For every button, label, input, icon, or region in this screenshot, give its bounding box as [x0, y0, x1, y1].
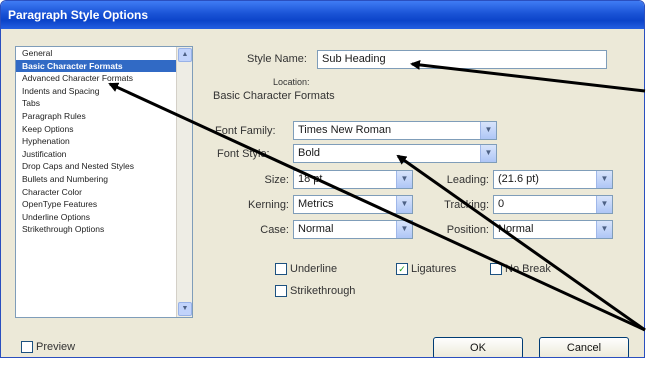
leading-label: Leading:: [446, 174, 489, 186]
position-value: Normal: [498, 223, 534, 235]
window-title: Paragraph Style Options: [8, 8, 149, 22]
underline-checkbox[interactable]: Underline: [275, 263, 337, 275]
sidebar-item[interactable]: Advanced Character Formats: [16, 72, 177, 85]
chevron-down-icon[interactable]: ▼: [480, 122, 496, 139]
sidebar-item[interactable]: Justification: [16, 148, 177, 161]
kerning-value: Metrics: [298, 198, 334, 210]
kerning-combo[interactable]: Metrics ▼: [293, 195, 413, 214]
no-break-checkbox[interactable]: No Break: [490, 263, 551, 275]
leading-combo[interactable]: (21.6 pt) ▼: [493, 170, 613, 189]
sidebar-item[interactable]: OpenType Features: [16, 198, 177, 211]
paragraph-style-options-dialog: Paragraph Style Options General Basic Cha…: [0, 0, 645, 358]
chevron-down-icon[interactable]: ▼: [480, 145, 496, 162]
category-list-scrollbar[interactable]: ▲ ▼: [176, 47, 192, 317]
style-name-input[interactable]: Sub Heading: [317, 50, 607, 69]
location-label: Location:: [273, 77, 310, 87]
strikethrough-label: Strikethrough: [290, 285, 356, 297]
preview-label: Preview: [36, 341, 76, 353]
preview-checkbox[interactable]: Preview: [21, 341, 75, 353]
scroll-down-arrow-icon[interactable]: ▼: [178, 302, 192, 316]
font-style-label: Font Style:: [217, 148, 270, 160]
ok-button[interactable]: OK: [433, 337, 523, 357]
chevron-down-icon[interactable]: ▼: [596, 171, 612, 188]
sidebar-item[interactable]: General: [16, 47, 177, 60]
case-value: Normal: [298, 223, 334, 235]
sidebar-item[interactable]: Bullets and Numbering: [16, 173, 177, 186]
sidebar-item[interactable]: Tabs: [16, 97, 177, 110]
sidebar-item[interactable]: Basic Character Formats: [16, 59, 177, 73]
checkbox-box-icon[interactable]: [275, 285, 287, 297]
case-label: Case:: [260, 224, 289, 236]
chevron-down-icon[interactable]: ▼: [396, 171, 412, 188]
case-select[interactable]: Normal ▼: [293, 220, 413, 239]
chevron-down-icon[interactable]: ▼: [396, 221, 412, 238]
category-list[interactable]: General Basic Character Formats Advanced C…: [15, 46, 193, 318]
tracking-value: 0: [498, 198, 505, 210]
font-style-select[interactable]: Bold ▼: [293, 144, 497, 163]
chevron-down-icon[interactable]: ▼: [396, 196, 412, 213]
scroll-up-arrow-icon[interactable]: ▲: [178, 48, 192, 62]
chevron-down-icon[interactable]: ▼: [596, 196, 612, 213]
no-break-label: No Break: [505, 263, 551, 275]
sidebar-item[interactable]: Paragraph Rules: [16, 110, 177, 123]
font-family-label: Font Family:: [215, 125, 276, 137]
category-list-items: General Basic Character Formats Advanced C…: [16, 47, 177, 317]
size-combo[interactable]: 18 pt ▼: [293, 170, 413, 189]
sidebar-item[interactable]: Keep Options: [16, 123, 177, 136]
kerning-label: Kerning:: [248, 199, 289, 211]
size-value: 18 pt: [298, 173, 323, 185]
section-title: Basic Character Formats: [213, 90, 335, 102]
checkbox-box-icon[interactable]: [21, 341, 33, 353]
style-name-label: Style Name:: [247, 53, 307, 65]
strikethrough-checkbox[interactable]: Strikethrough: [275, 285, 355, 297]
position-select[interactable]: Normal ▼: [493, 220, 613, 239]
sidebar-item[interactable]: Indents and Spacing: [16, 85, 177, 98]
font-style-value: Bold: [298, 147, 321, 159]
font-family-select[interactable]: Times New Roman ▼: [293, 121, 497, 140]
ligatures-checkbox[interactable]: ✓ Ligatures: [396, 263, 456, 275]
chevron-down-icon[interactable]: ▼: [596, 221, 612, 238]
position-label: Position:: [446, 224, 489, 236]
sidebar-item[interactable]: Drop Caps and Nested Styles: [16, 160, 177, 173]
font-family-value: Times New Roman: [298, 124, 392, 136]
cancel-button[interactable]: Cancel: [539, 337, 629, 357]
tracking-combo[interactable]: 0 ▼: [493, 195, 613, 214]
underline-label: Underline: [290, 263, 338, 275]
checkbox-box-icon[interactable]: [490, 263, 502, 275]
tracking-label: Tracking:: [444, 199, 489, 211]
ligatures-label: Ligatures: [411, 263, 457, 275]
title-bar[interactable]: Paragraph Style Options: [1, 1, 644, 29]
leading-value: (21.6 pt): [498, 173, 539, 185]
sidebar-item[interactable]: Hyphenation: [16, 135, 177, 148]
sidebar-item[interactable]: Strikethrough Options: [16, 223, 177, 236]
size-label: Size:: [264, 174, 289, 186]
sidebar-item[interactable]: Character Color: [16, 186, 177, 199]
checkbox-box-icon[interactable]: [275, 263, 287, 275]
checkmark-icon[interactable]: ✓: [396, 263, 408, 275]
sidebar-item[interactable]: Underline Options: [16, 211, 177, 224]
